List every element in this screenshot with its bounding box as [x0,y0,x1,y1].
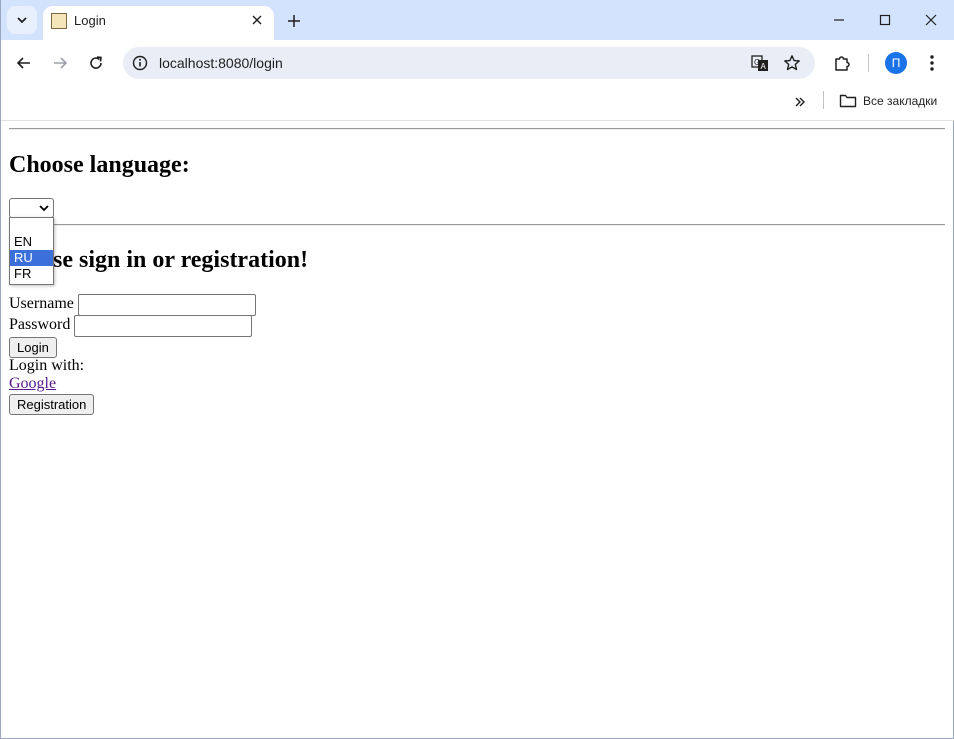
minimize-icon [834,19,844,21]
username-label: Username [9,295,74,312]
url-text: localhost:8080/login [159,55,283,71]
login-button[interactable]: Login [9,337,57,358]
forward-button[interactable] [48,51,72,75]
password-label: Password [9,316,71,333]
svg-text:A: A [761,62,767,71]
address-bar[interactable]: localhost:8080/login GA [123,47,815,79]
bookmark-star-button[interactable] [782,53,802,73]
bookmarks-bar: Все закладки [1,86,954,121]
language-option-ru[interactable]: RU [10,250,53,266]
language-option-fr[interactable]: FR [10,266,53,282]
close-window-button[interactable] [919,8,943,32]
double-chevron-right-icon [795,97,805,107]
maximize-button[interactable] [873,8,897,32]
close-icon [925,14,937,26]
menu-button[interactable] [920,51,944,75]
toolbar-divider [868,54,869,72]
reload-icon [90,56,102,69]
bookmarks-divider [823,91,824,109]
all-bookmarks-label: Все закладки [863,94,938,108]
folder-icon [839,94,857,108]
tab-close-button[interactable] [248,11,266,29]
username-input[interactable] [78,294,256,316]
divider-middle [9,224,945,226]
registration-button[interactable]: Registration [9,394,95,415]
language-dropdown: EN RU FR [9,217,54,285]
divider-top [9,128,945,130]
language-select[interactable] [9,198,54,218]
browser-toolbar: localhost:8080/login GA П [1,40,954,86]
info-icon [132,55,148,71]
translate-button[interactable]: GA [750,53,770,73]
reload-button[interactable] [84,51,108,75]
arrow-left-icon [16,57,30,69]
maximize-icon [879,14,891,26]
tab-title: Login [74,13,106,28]
plus-icon [288,15,300,27]
star-icon [784,55,800,71]
kebab-menu-icon [930,55,934,71]
arrow-right-icon [54,57,68,69]
login-with-label: Login with: [9,357,85,374]
favicon-icon [51,13,67,29]
bookmarks-overflow-button[interactable] [789,91,811,113]
new-tab-button[interactable] [283,10,305,32]
all-bookmarks-button[interactable]: Все закладки [839,90,937,112]
password-input[interactable] [74,315,252,337]
translate-icon: GA [751,55,768,71]
extensions-button[interactable] [830,51,854,75]
google-login-link[interactable]: Google [9,374,56,394]
language-heading: Choose language: [9,152,190,178]
back-button[interactable] [12,51,36,75]
language-option-empty[interactable] [10,218,53,234]
active-tab[interactable]: Login [43,6,274,40]
tab-strip: Login [1,0,954,40]
page-content: Choose language: Please sign in or regis… [1,121,953,738]
close-icon [252,15,262,25]
tab-search-button[interactable] [7,6,37,34]
chevron-down-icon [39,205,49,212]
profile-avatar[interactable]: П [885,52,907,74]
language-option-en[interactable]: EN [10,234,53,250]
puzzle-icon [835,56,850,71]
svg-text:G: G [754,58,760,67]
site-info-button[interactable] [131,54,149,72]
minimize-button[interactable] [827,8,851,32]
chevron-down-icon [17,17,27,24]
